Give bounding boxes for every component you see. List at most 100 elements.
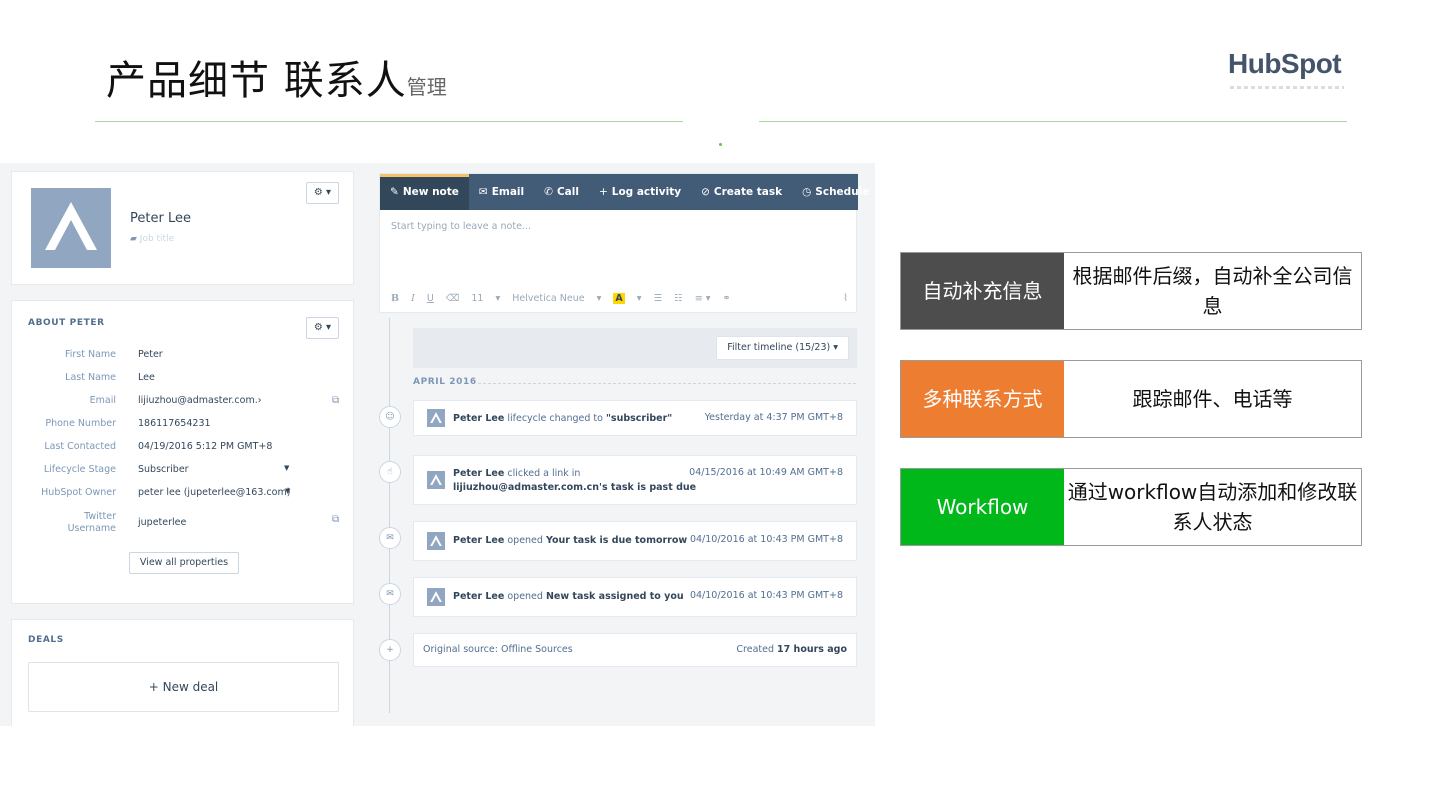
avatar-logo-icon [430,412,442,423]
profile-gear-button[interactable]: ⚙ ▾ [306,182,339,204]
event-avatar [427,409,445,427]
activity-tabs: ✎ New note ✉ Email ✆ Call + Log activity ⊘ Cr… [380,174,869,210]
about-card: ABOUT PETER ⚙ ▾ First Name Peter Last Na… [11,300,354,604]
underline-icon[interactable]: U [427,293,434,304]
highlight-icon[interactable]: A ▾ [613,293,642,304]
owner-select[interactable]: peter lee (jupeterlee@163.com) [138,487,290,498]
property-value[interactable]: 186117654231 [138,418,211,429]
property-last-name[interactable]: Last Name Lee [12,372,355,392]
job-title-placeholder: Job title [139,234,175,244]
font-size-value: 11 [471,293,484,304]
tab-new-note[interactable]: ✎ New note [380,174,469,210]
event-object: "subscriber" [605,413,673,424]
month-divider [478,383,856,384]
event-time: 04/10/2016 at 10:43 PM GMT+8 [689,534,843,545]
new-deal-button[interactable]: + New deal [28,662,339,712]
event-actor[interactable]: Peter Lee [453,535,504,546]
tab-create-task[interactable]: ⊘ Create task [691,174,792,210]
created-value: 17 hours ago [777,644,847,655]
tab-label: Create task [713,186,783,198]
note-input[interactable]: Start typing to leave a note... [391,221,531,232]
job-title-field[interactable]: ▰ Job title [130,234,174,244]
logo-tagline-icon [1230,86,1344,89]
profile-card: Peter Lee ▰ Job title ⚙ ▾ [11,171,354,285]
event-actor[interactable]: Peter Lee [453,468,504,479]
align-icon[interactable]: ≡ ▾ [695,293,711,304]
property-twitter[interactable]: Twitter Username jupeterlee ⧉ [12,511,355,539]
about-gear-button[interactable]: ⚙ ▾ [306,317,339,339]
property-label: Email [89,395,116,406]
gear-icon: ⚙ ▾ [313,187,332,198]
property-last-contacted: Last Contacted 04/19/2016 5:12 PM GMT+8 [12,441,355,461]
event-object[interactable]: New task assigned to you [546,591,684,602]
event-avatar [427,532,445,550]
person-icon: ☺ [379,406,401,428]
filter-timeline-button[interactable]: Filter timeline (15/23) ▾ [716,336,849,360]
external-link-icon[interactable]: ⧉ [332,395,339,406]
chevron-down-icon[interactable]: ▼ [285,487,290,495]
eraser-icon[interactable]: ⌫ [446,293,459,304]
contact-name[interactable]: Peter Lee [130,211,191,226]
property-label: HubSpot Owner [41,487,116,498]
tab-email[interactable]: ✉ Email [469,174,534,210]
timeline-event[interactable]: Peter Lee opened New task assigned to yo… [413,577,857,617]
event-actor[interactable]: Peter Lee [453,591,504,602]
property-value[interactable]: Peter [138,349,163,360]
event-text: Peter Lee opened New task assigned to yo… [453,590,684,604]
paperclip-icon[interactable]: ⌇ [843,293,848,304]
event-action: lifecycle changed to [504,413,606,424]
timeline-event[interactable]: Peter Lee clicked a link in lijiuzhou@adm… [413,455,857,505]
property-hubspot-owner[interactable]: HubSpot Owner peter lee (jupeterlee@163.… [12,487,355,507]
link-icon[interactable]: ⚭ [723,293,731,304]
timeline-event[interactable]: Peter Lee lifecycle changed to "subscrib… [413,400,857,436]
avatar-logo-icon [430,474,442,485]
event-actor[interactable]: Peter Lee [453,413,504,424]
created-text: Created 17 hours ago [736,644,847,655]
font-size-select[interactable]: 11 ▾ [471,293,500,304]
chevron-down-icon[interactable]: ▼ [284,464,289,472]
event-text: Peter Lee clicked a link in lijiuzhou@adm… [453,467,696,495]
event-text: Peter Lee opened Your task is due tomorr… [453,534,687,548]
envelope-icon: ✉ [478,186,488,198]
bold-icon[interactable]: B [391,293,399,304]
tab-log-activity[interactable]: + Log activity [589,174,691,210]
event-time: Yesterday at 4:37 PM GMT+8 [704,412,843,423]
numbered-list-icon[interactable]: ☷ [674,293,683,304]
feature-desc: 通过workflow自动添加和修改联系人状态 [1067,480,1358,534]
property-email[interactable]: Email lijiuzhou@admaster.com.› ⧉ [12,395,355,415]
property-value[interactable]: lijiuzhou@admaster.com.› [138,395,262,406]
feature-desc: 根据邮件后缀，自动补全公司信息 [1072,264,1353,318]
font-family-select[interactable]: Helvetica Neue ▾ [512,293,601,304]
email-open-icon: ✉ [379,583,401,605]
phone-icon: ✆ [544,186,553,198]
tab-schedule[interactable]: ◷ Schedule [792,174,875,210]
external-link-icon[interactable]: ⧉ [332,514,339,525]
task-icon: ⊘ [701,186,710,198]
page-title: 产品细节 联系人管理 [106,48,447,106]
tab-call[interactable]: ✆ Call [534,174,589,210]
lifecycle-select[interactable]: Subscriber [138,464,189,475]
pencil-icon: ✎ [390,186,399,198]
property-lifecycle-stage[interactable]: Lifecycle Stage Subscriber ▼ [12,464,355,484]
avatar[interactable] [31,188,111,268]
plus-icon: + [379,639,401,661]
property-label: Last Contacted [44,441,116,452]
view-all-properties-button[interactable]: View all properties [129,552,239,574]
property-phone[interactable]: Phone Number 186117654231 [12,418,355,438]
bullet-list-icon[interactable]: ☰ [654,293,663,304]
event-time: 04/15/2016 at 10:49 AM GMT+8 [689,467,843,478]
tab-label: Schedule [815,186,870,198]
event-object[interactable]: lijiuzhou@admaster.com.cn's task is past… [453,482,696,493]
timeline-filter-bar: Filter timeline (15/23) ▾ [413,328,857,368]
title-sub: 管理 [406,75,447,99]
property-label: Lifecycle Stage [43,464,116,475]
property-label: Twitter Username [68,511,116,535]
event-object[interactable]: Your task is due tomorrow [546,535,687,546]
event-avatar [427,588,445,606]
property-first-name[interactable]: First Name Peter [12,349,355,369]
timeline-event[interactable]: Peter Lee opened Your task is due tomorr… [413,521,857,561]
property-value[interactable]: jupeterlee [138,517,186,528]
italic-icon[interactable]: I [411,293,415,304]
property-value[interactable]: Lee [138,372,155,383]
editor-toolbar: B I U ⌫ 11 ▾ Helvetica Neue ▾ A ▾ ☰ ☷ ≡ … [391,293,739,304]
